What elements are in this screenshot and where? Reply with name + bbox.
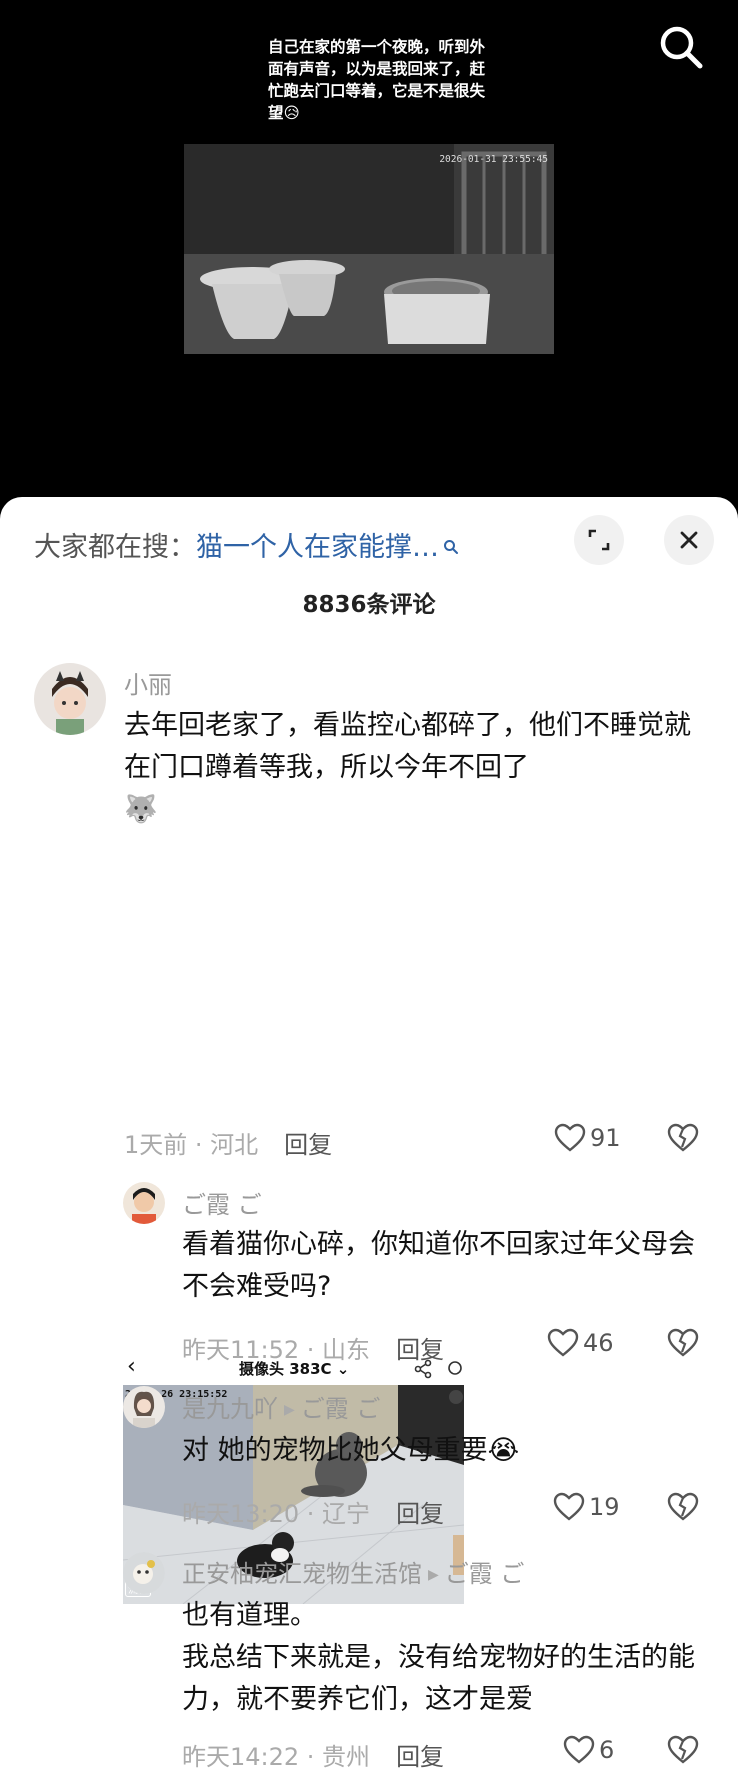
avatar[interactable] (123, 1182, 165, 1224)
night-camera-scene (184, 144, 554, 354)
broken-heart-icon (667, 1492, 699, 1521)
dislike-button[interactable] (667, 1123, 699, 1157)
like-button[interactable]: 19 (553, 1492, 620, 1526)
reply-arrow-icon: ▶ (428, 1567, 439, 1583)
comment-time-location: 昨天14:22 · 贵州 (182, 1743, 371, 1771)
hot-search-bar[interactable]: 大家都在搜：猫一个人在家能撑… (34, 525, 459, 564)
like-count: 6 (599, 1736, 615, 1764)
search-small-icon (443, 531, 459, 562)
broken-heart-icon (667, 1123, 699, 1152)
like-count: 19 (589, 1493, 620, 1521)
reply-arrow-icon: ▶ (284, 1402, 295, 1418)
comment-sheet: 大家都在搜：猫一个人在家能撑… 8836条评论 小丽 去年回老家了，看监控心都碎… (0, 497, 738, 1788)
video-frame: 2026-01-31 23:55:45 (184, 144, 554, 354)
heart-icon (554, 1123, 586, 1152)
reply-target[interactable]: ご霞 ご (445, 1560, 525, 1588)
expand-button[interactable] (574, 515, 624, 565)
close-button[interactable] (664, 515, 714, 565)
dislike-button[interactable] (667, 1492, 699, 1526)
reply-button[interactable]: 回复 (396, 1743, 444, 1771)
username[interactable]: 小丽 (124, 665, 172, 700)
avatar[interactable] (34, 663, 106, 735)
comment-meta: 昨天14:22 · 贵州 回复 (182, 1737, 444, 1772)
like-button[interactable]: 6 (563, 1735, 614, 1769)
reply-button[interactable]: 回复 (284, 1131, 332, 1159)
comment-meta: 昨天13:20 · 辽宁 回复 (182, 1494, 444, 1529)
dislike-button[interactable] (667, 1328, 699, 1362)
like-button[interactable]: 46 (547, 1328, 614, 1362)
back-icon: ‹ (127, 1354, 136, 1379)
close-icon (680, 531, 698, 549)
hot-search-prefix: 大家都在搜： (34, 532, 196, 563)
comment-text-line: 也有道理。 (182, 1600, 317, 1631)
username[interactable]: 正安柚宠汇宠物生活馆 ▶ ご霞 ご (182, 1554, 524, 1589)
comment-time-location: 昨天13:20 · 辽宁 (182, 1500, 371, 1528)
reply-author[interactable]: 是九九吖 (182, 1395, 278, 1423)
expand-icon (588, 529, 610, 551)
avatar[interactable] (123, 1552, 165, 1594)
broken-heart-icon (667, 1735, 699, 1764)
settings-icon (448, 1361, 462, 1375)
comment-meta: 1天前 · 河北 回复 (124, 1125, 332, 1160)
comment-text: 也有道理。 我总结下来就是，没有给宠物好的生活的能力，就不要养它们，这才是爱 (182, 1595, 722, 1721)
username[interactable]: 是九九吖 ▶ ご霞 ご (182, 1389, 380, 1424)
comment-text: 看着猫你心碎，你知道你不回家过年父母会不会难受吗? (182, 1229, 695, 1302)
hot-search-query[interactable]: 猫一个人在家能撑… (196, 532, 439, 563)
comment-text-body: 去年回老家了，看监控心都碎了，他们不睡觉就在门口蹲着等我，所以今年不回了 (124, 710, 691, 783)
dislike-button[interactable] (667, 1735, 699, 1769)
search-icon[interactable] (656, 22, 708, 74)
like-count: 46 (583, 1329, 614, 1357)
comment-time-location: 1天前 · 河北 (124, 1131, 259, 1159)
video-player[interactable]: 自己在家的第一个夜晚，听到外面有声音，以为是我回来了，赶忙跑去门口等着，它是不是… (0, 0, 738, 500)
like-button[interactable]: 91 (554, 1123, 621, 1157)
comment-time-location: 昨天11:52 · 山东 (182, 1336, 371, 1364)
heart-icon (553, 1492, 585, 1521)
comment-text: 对 她的宠物比她父母重要😭 (182, 1435, 520, 1466)
broken-heart-icon (667, 1328, 699, 1357)
heart-icon (563, 1735, 595, 1764)
video-timestamp: 2026-01-31 23:55:45 (439, 154, 548, 165)
wolf-emoji: 🐺 (124, 794, 158, 825)
avatar[interactable] (123, 1386, 165, 1428)
video-caption: 自己在家的第一个夜晚，听到外面有声音，以为是我回来了，赶忙跑去门口等着，它是不是… (268, 38, 486, 122)
reply-target[interactable]: ご霞 ご (301, 1395, 381, 1423)
like-count: 91 (590, 1124, 621, 1152)
reply-button[interactable]: 回复 (396, 1500, 444, 1528)
comment-text-line: 我总结下来就是，没有给宠物好的生活的能力，就不要养它们，这才是爱 (182, 1642, 695, 1715)
comment-text: 去年回老家了，看监控心都碎了，他们不睡觉就在门口蹲着等我，所以今年不回了 🐺 (124, 705, 692, 831)
comment-meta: 昨天11:52 · 山东 回复 (182, 1330, 444, 1365)
comment-count: 8836条评论 (302, 592, 436, 618)
username[interactable]: ご霞 ご (182, 1185, 262, 1220)
reply-button[interactable]: 回复 (396, 1336, 444, 1364)
reply-author[interactable]: 正安柚宠汇宠物生活馆 (182, 1560, 422, 1588)
heart-icon (547, 1328, 579, 1357)
